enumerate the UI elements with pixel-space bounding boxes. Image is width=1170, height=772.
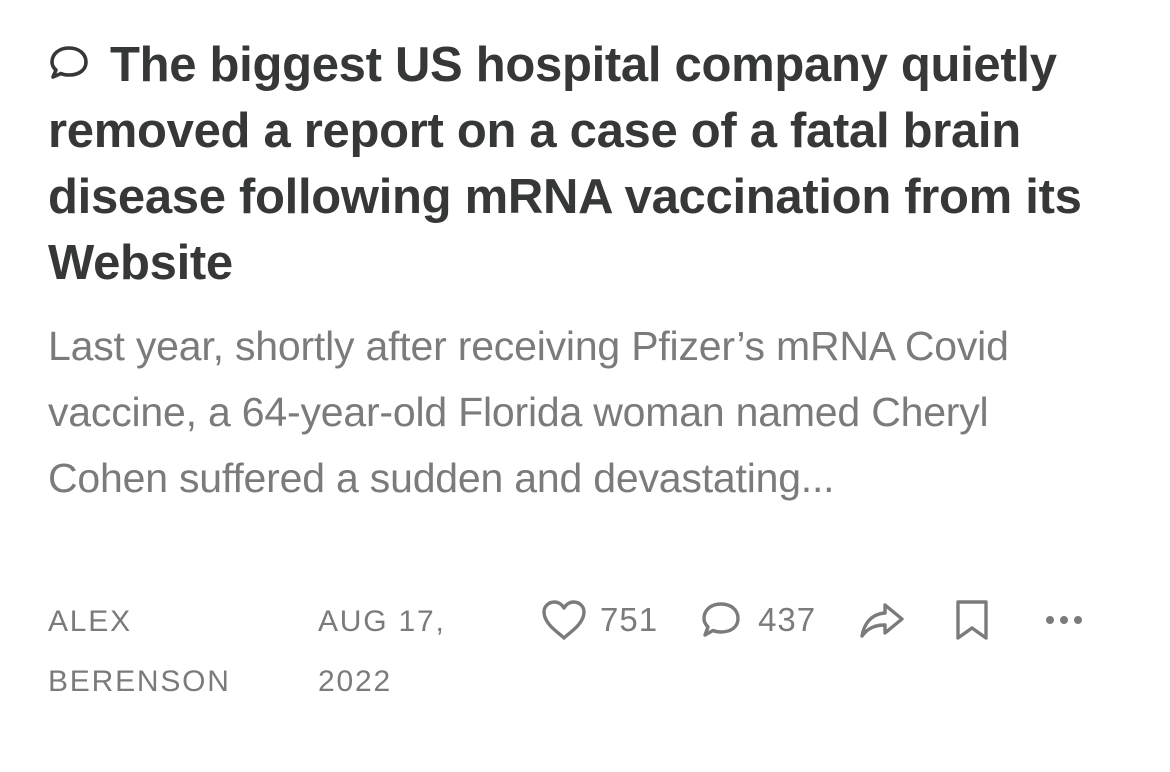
post-card[interactable]: The biggest US hospital company quietly …: [0, 0, 1170, 772]
more-options-button[interactable]: [1044, 613, 1084, 627]
share-button[interactable]: [858, 600, 906, 640]
share-arrow-icon: [860, 603, 904, 638]
comment-count: 437: [758, 601, 817, 638]
more-horizontal-icon: [1046, 616, 1083, 624]
comment-button[interactable]: 437: [700, 600, 816, 640]
author-name[interactable]: ALEX BERENSON: [48, 592, 288, 712]
post-actions: 751 437: [540, 592, 1084, 648]
post-date-line2: 2022: [318, 665, 392, 698]
bookmark-button[interactable]: [954, 598, 990, 642]
heart-icon: [542, 600, 586, 640]
post-date-line1: AUG 17,: [318, 605, 446, 638]
author-name-line1: ALEX: [48, 605, 132, 638]
comment-bubble-icon: [48, 34, 90, 79]
post-subtitle[interactable]: Last year, shortly after receiving Pfize…: [48, 313, 1098, 511]
post-date: AUG 17, 2022: [318, 592, 508, 712]
author-name-line2: BERENSON: [48, 665, 231, 698]
post-title-block[interactable]: The biggest US hospital company quietly …: [48, 32, 1128, 296]
comment-icon: [702, 602, 740, 637]
post-title-text[interactable]: The biggest US hospital company quietly …: [48, 38, 1082, 290]
post-meta: ALEX BERENSON AUG 17, 2022 751 437: [48, 592, 1128, 712]
like-button[interactable]: 751: [540, 598, 658, 642]
post-title[interactable]: The biggest US hospital company quietly …: [48, 32, 1128, 296]
bookmark-icon: [956, 600, 988, 640]
like-count: 751: [600, 601, 659, 638]
